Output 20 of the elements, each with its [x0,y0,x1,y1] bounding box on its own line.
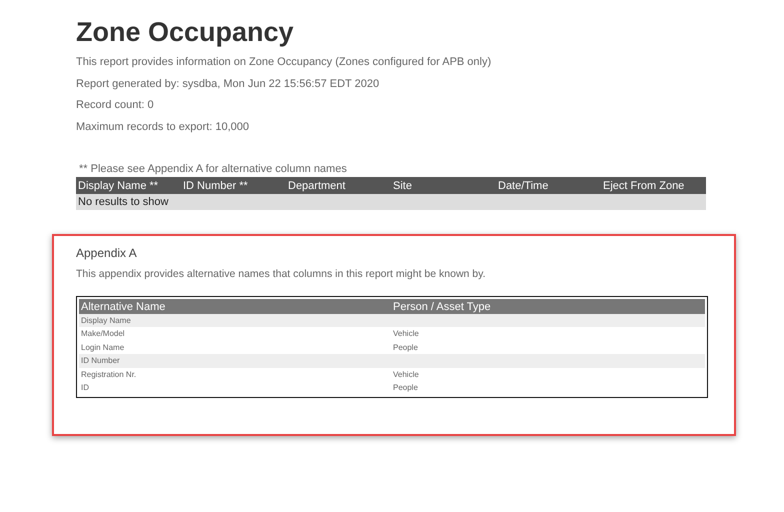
column-header: Eject From Zone [601,176,706,194]
table-cell: Registration Nr. [79,368,391,381]
column-header: Alternative Name [79,298,391,314]
column-header: Site [391,176,496,194]
column-header: Display Name ** [76,176,181,194]
report-info-text: Maximum records to export: 10,000 [76,120,250,132]
empty-results-row: No results to show [76,194,706,210]
report-title: Zone Occupancy [76,16,295,48]
column-header: Department [286,176,391,194]
appendix-title: Appendix A [76,246,138,260]
report-info-text: This report provides information on Zone Occupancy (Zones configured for APB only) [76,56,492,68]
appendix-description: This appendix provides alternative names that columns in this report might be known by. [76,268,487,280]
group-cell: Display Name [79,314,391,327]
column-header: ID Number ** [181,176,286,194]
report-info-text: Report generated by: sysdba, Mon Jun 22 15:56:57 EDT 2020 [76,78,380,90]
report-info-text: Record count: 0 [76,99,155,111]
note-text: ** Please see Appendix A for alternative column names [79,162,348,176]
column-header: Date/Time [496,176,601,194]
column-header: Person / Asset Type [391,298,705,314]
group-cell: ID Number [79,354,391,368]
